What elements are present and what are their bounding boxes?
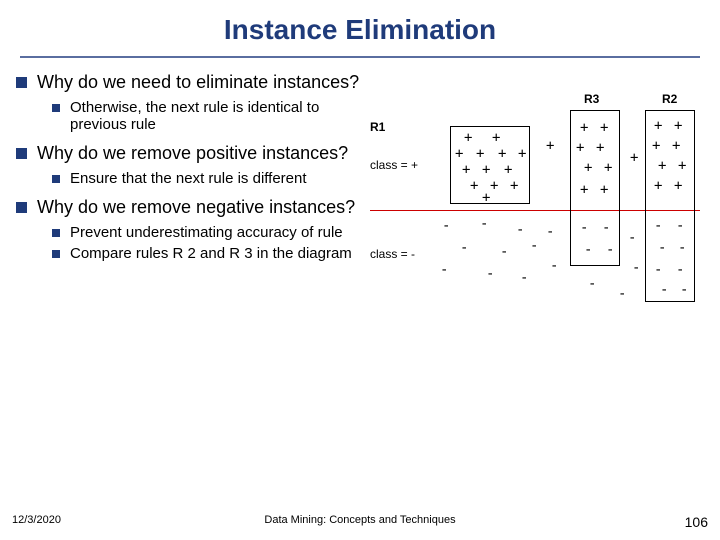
minus-icon: - (550, 260, 558, 272)
plus-icon: + (596, 142, 604, 154)
plus-icon: + (652, 140, 660, 152)
bullet-text: Why do we need to eliminate instances? (37, 72, 359, 93)
plus-icon: + (580, 122, 588, 134)
minus-icon: - (658, 242, 666, 254)
minus-icon: - (442, 220, 450, 232)
minus-icon: - (516, 224, 524, 236)
slide-footer: 12/3/2020 Data Mining: Concepts and Tech… (0, 514, 720, 530)
minus-icon: - (676, 220, 684, 232)
plus-icon: + (584, 162, 592, 174)
sub-bullet-text: Otherwise, the next rule is identical to… (70, 99, 370, 133)
r2-label: R2 (662, 92, 677, 106)
plus-icon: + (510, 180, 518, 192)
plus-icon: + (576, 142, 584, 154)
plus-icon: + (492, 132, 500, 144)
sub-bullet-text: Ensure that the next rule is different (70, 170, 307, 187)
square-bullet-icon (52, 250, 60, 258)
minus-icon: - (654, 264, 662, 276)
plus-icon: + (654, 180, 662, 192)
plus-icon: + (482, 192, 490, 204)
minus-icon: - (440, 264, 448, 276)
footer-center: Data Mining: Concepts and Techniques (0, 514, 720, 526)
square-bullet-icon (16, 148, 27, 159)
minus-icon: - (660, 284, 668, 296)
minus-icon: - (588, 278, 596, 290)
plus-icon: + (470, 180, 478, 192)
minus-icon: - (606, 244, 614, 256)
minus-icon: - (480, 218, 488, 230)
minus-icon: - (628, 232, 636, 244)
content-area: Why do we need to eliminate instances? O… (0, 58, 720, 327)
bullet-text: Why do we remove positive instances? (37, 143, 348, 164)
r1-label: R1 (370, 120, 385, 134)
plus-icon: + (504, 164, 512, 176)
minus-icon: - (530, 240, 538, 252)
minus-icon: - (584, 244, 592, 256)
minus-icon: - (632, 262, 640, 274)
plus-icon: + (654, 120, 662, 132)
diagram-column: class = + class = - R1 R3 R2 + + + + + +… (370, 72, 710, 327)
minus-icon: - (618, 288, 626, 300)
plus-icon: + (464, 132, 472, 144)
plus-icon: + (630, 152, 638, 164)
minus-icon: - (676, 264, 684, 276)
minus-icon: - (486, 268, 494, 280)
square-bullet-icon (16, 77, 27, 88)
plus-icon: + (674, 180, 682, 192)
slide-title: Instance Elimination (0, 0, 720, 46)
minus-icon: - (602, 222, 610, 234)
minus-icon: - (460, 242, 468, 254)
square-bullet-icon (52, 104, 60, 112)
sub-bullet-text: Compare rules R 2 and R 3 in the diagram (70, 245, 352, 262)
minus-icon: - (680, 284, 688, 296)
minus-icon: - (580, 222, 588, 234)
class-neg-label: class = - (370, 247, 415, 261)
plus-icon: + (600, 122, 608, 134)
square-bullet-icon (52, 175, 60, 183)
plus-icon: + (672, 140, 680, 152)
plus-icon: + (658, 160, 666, 172)
r3-label: R3 (584, 92, 599, 106)
plus-icon: + (674, 120, 682, 132)
plus-icon: + (498, 148, 506, 160)
minus-icon: - (654, 220, 662, 232)
minus-icon: - (520, 272, 528, 284)
plus-icon: + (490, 180, 498, 192)
class-pos-label: class = + (370, 158, 418, 172)
plus-icon: + (580, 184, 588, 196)
plus-icon: + (518, 148, 526, 160)
minus-icon: - (546, 226, 554, 238)
plus-icon: + (455, 148, 463, 160)
plus-icon: + (546, 140, 554, 152)
plus-icon: + (482, 164, 490, 176)
sub-bullet-text: Prevent underestimating accuracy of rule (70, 224, 343, 241)
plus-icon: + (476, 148, 484, 160)
square-bullet-icon (16, 202, 27, 213)
plus-icon: + (600, 184, 608, 196)
plus-icon: + (678, 160, 686, 172)
plus-icon: + (604, 162, 612, 174)
bullet-column: Why do we need to eliminate instances? O… (10, 72, 370, 327)
bullet-text: Why do we remove negative instances? (37, 197, 355, 218)
minus-icon: - (500, 246, 508, 258)
plus-icon: + (462, 164, 470, 176)
rule-diagram: class = + class = - R1 R3 R2 + + + + + +… (370, 92, 700, 327)
minus-icon: - (678, 242, 686, 254)
square-bullet-icon (52, 229, 60, 237)
